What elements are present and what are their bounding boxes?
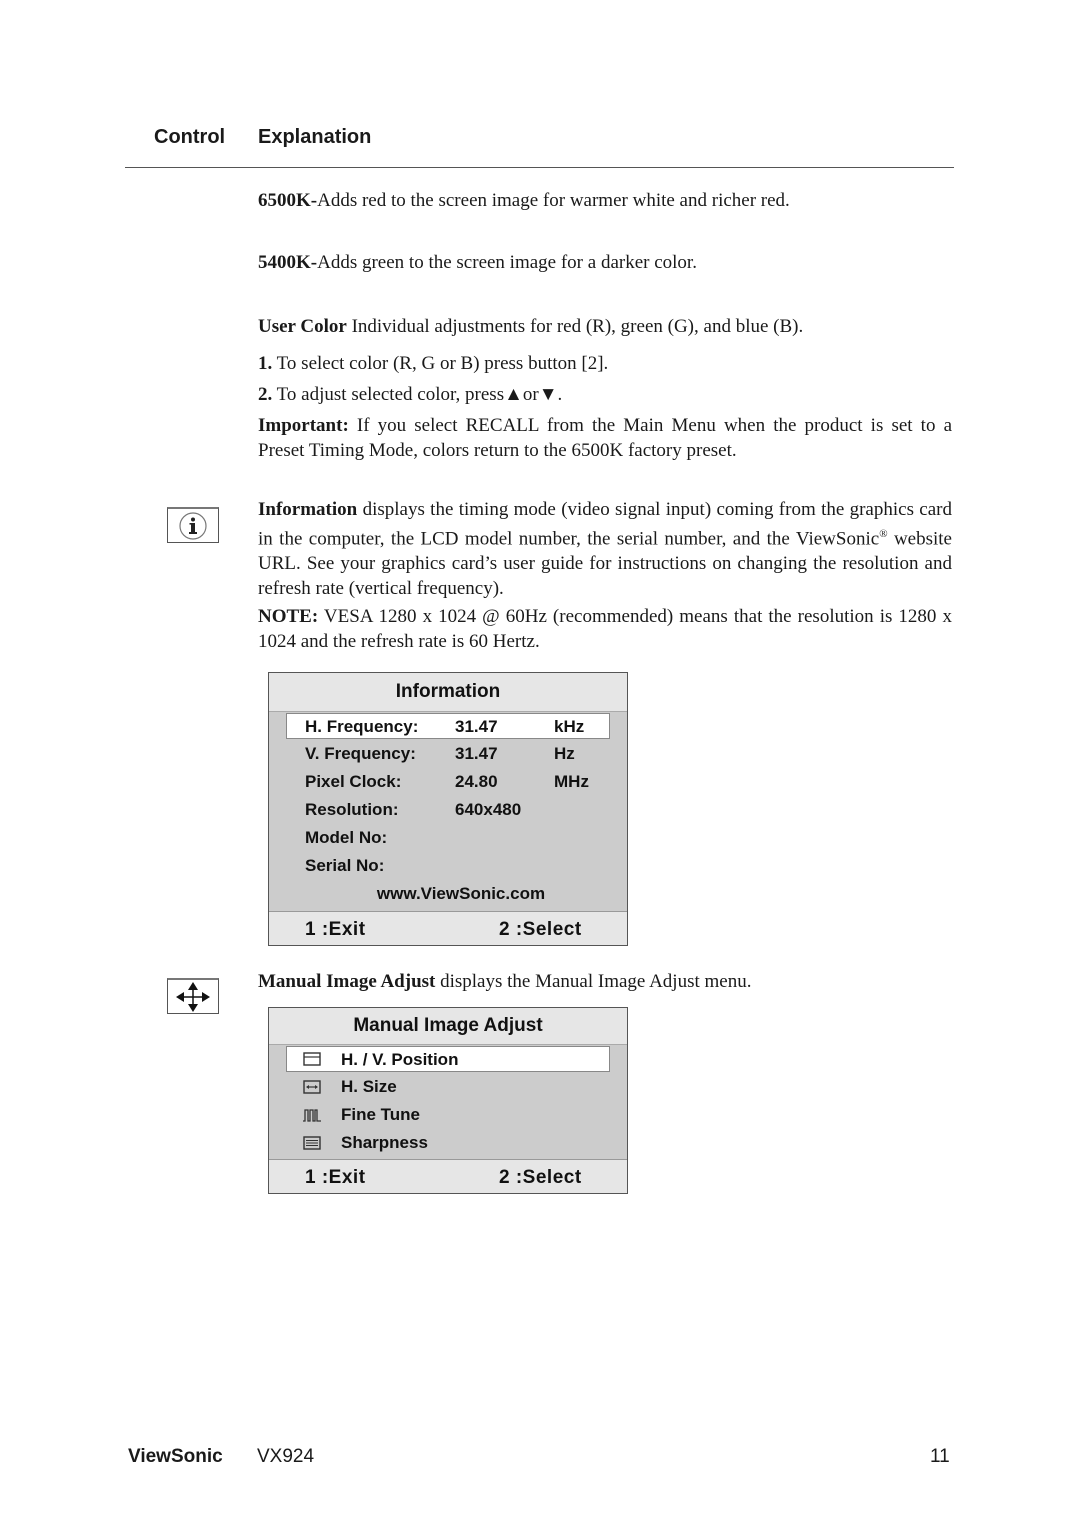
- osd-row-label: Pixel Clock:: [305, 772, 402, 791]
- osd-title: Manual Image Adjust: [269, 1008, 627, 1045]
- osd-row-value: 31.47: [455, 717, 498, 736]
- osd-item-label: H. / V. Position: [341, 1050, 459, 1069]
- user-color-step-2: 2. To adjust selected color, press▲or▼.: [258, 382, 562, 407]
- step-text: To adjust selected color, press: [272, 384, 505, 405]
- four-way-arrows-icon: [167, 978, 219, 1014]
- down-arrow-icon: ▼: [538, 384, 558, 405]
- manual-adjust-key: Manual Image Adjust: [258, 971, 436, 992]
- step-number: 2.: [258, 384, 273, 405]
- osd-exit-button[interactable]: 1 :Exit: [305, 912, 366, 947]
- user-color-key: User Color: [258, 316, 347, 337]
- osd-row-model-no: Model No:: [269, 825, 627, 851]
- registered-mark: ®: [879, 528, 888, 540]
- column-header-explanation: Explanation: [258, 126, 372, 148]
- osd-footer: 1 :Exit 2 :Select: [269, 911, 627, 945]
- footer-brand: ViewSonic: [128, 1446, 223, 1467]
- osd-row-unit: kHz: [554, 717, 585, 736]
- information-key: Information: [258, 499, 358, 520]
- osd-row-h-frequency[interactable]: H. Frequency: 31.47 kHz: [286, 713, 610, 739]
- column-header-control: Control: [154, 126, 226, 148]
- footer-model: VX924: [257, 1446, 315, 1467]
- information-osd-menu: Information H. Frequency: 31.47 kHz V. F…: [268, 672, 628, 946]
- info-icon: [167, 507, 219, 543]
- osd-row-resolution: Resolution: 640x480: [269, 797, 627, 823]
- important-note: Important: If you select RECALL from the…: [258, 413, 952, 463]
- note-key: NOTE:: [258, 606, 319, 627]
- step-end: .: [557, 384, 563, 405]
- osd-row-v-frequency: V. Frequency: 31.47 Hz: [269, 741, 627, 767]
- manual-image-adjust-osd-menu: Manual Image Adjust H. / V. Position H. …: [268, 1007, 628, 1194]
- color-temp-key: 6500K-: [258, 190, 318, 211]
- note-text: VESA 1280 x 1024 @ 60Hz (recommended) me…: [258, 606, 952, 652]
- color-temp-key: 5400K-: [258, 252, 318, 273]
- osd-exit-button[interactable]: 1 :Exit: [305, 1160, 366, 1195]
- sharpness-icon: [303, 1136, 321, 1150]
- osd-row-label: Serial No:: [305, 856, 385, 875]
- osd-item-fine-tune[interactable]: Fine Tune: [269, 1102, 627, 1128]
- color-temp-text: Adds red to the screen image for warmer …: [317, 190, 790, 211]
- osd-item-label: Sharpness: [341, 1133, 428, 1152]
- osd-footer: 1 :Exit 2 :Select: [269, 1159, 627, 1193]
- osd-title: Information: [269, 673, 627, 712]
- osd-select-button[interactable]: 2 :Select: [499, 1160, 582, 1195]
- osd-row-serial-no: Serial No:: [269, 853, 627, 879]
- osd-row-label: V. Frequency:: [305, 744, 416, 763]
- color-temp-5400k: 5400K-Adds green to the screen image for…: [258, 250, 697, 275]
- info-icon-glyph: [179, 511, 207, 540]
- step-or: or: [522, 384, 539, 405]
- osd-url: www.ViewSonic.com: [376, 884, 546, 903]
- information-text: displays the timing mode (video signal i…: [258, 499, 952, 550]
- osd-row-label: H. Frequency:: [305, 717, 419, 736]
- user-color-step-1: 1. To select color (R, G or B) press but…: [258, 351, 608, 376]
- information-description: Information displays the timing mode (vi…: [258, 497, 952, 601]
- osd-row-unit: MHz: [554, 772, 589, 791]
- fine-tune-icon: [303, 1109, 321, 1122]
- step-text: To select color (R, G or B) press button…: [272, 353, 609, 374]
- osd-row-value: 640x480: [455, 800, 522, 819]
- osd-item-label: Fine Tune: [341, 1105, 421, 1124]
- important-key: Important:: [258, 415, 349, 436]
- color-temp-text: Adds green to the screen image for a dar…: [317, 252, 697, 273]
- manual-adjust-description: Manual Image Adjust displays the Manual …: [258, 969, 751, 994]
- important-text: If you select RECALL from the Main Menu …: [258, 415, 952, 461]
- osd-row-value: 24.80: [455, 772, 498, 791]
- osd-item-label: H. Size: [341, 1077, 397, 1096]
- manual-adjust-text: displays the Manual Image Adjust menu.: [435, 971, 752, 992]
- osd-select-button[interactable]: 2 :Select: [499, 912, 582, 947]
- osd-row-unit: Hz: [554, 744, 575, 763]
- four-way-arrows-glyph: [176, 981, 210, 1012]
- osd-row-value: 31.47: [455, 744, 498, 763]
- osd-item-hv-position[interactable]: H. / V. Position: [286, 1046, 610, 1072]
- color-temp-6500k: 6500K-Adds red to the screen image for w…: [258, 188, 790, 213]
- osd-item-h-size[interactable]: H. Size: [269, 1074, 627, 1100]
- step-number: 1.: [258, 353, 273, 374]
- osd-row-label: Model No:: [305, 828, 388, 847]
- position-icon: [303, 1052, 321, 1066]
- up-arrow-icon: ▲: [504, 384, 523, 405]
- information-note: NOTE: VESA 1280 x 1024 @ 60Hz (recommend…: [258, 604, 952, 654]
- user-color-description: User Color Individual adjustments for re…: [258, 314, 803, 339]
- page-number: 11: [930, 1446, 950, 1467]
- osd-row-label: Resolution:: [305, 800, 399, 819]
- osd-item-sharpness[interactable]: Sharpness: [269, 1130, 627, 1156]
- h-size-icon: [303, 1080, 321, 1094]
- header-divider: [125, 167, 954, 168]
- osd-row-pixel-clock: Pixel Clock: 24.80 MHz: [269, 769, 627, 795]
- user-color-text: Individual adjustments for red (R), gree…: [346, 316, 804, 337]
